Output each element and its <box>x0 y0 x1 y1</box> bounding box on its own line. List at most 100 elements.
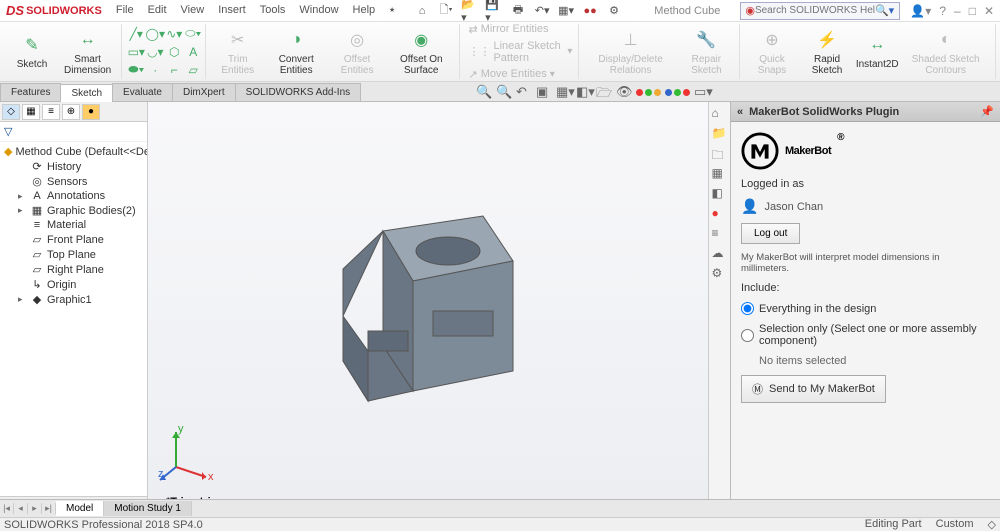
appearance-icon[interactable] <box>636 89 661 96</box>
menu-help[interactable]: Help <box>347 2 382 19</box>
menu-window[interactable]: Window <box>293 2 344 19</box>
mirror-button[interactable]: ⇄Mirror Entities <box>466 22 574 37</box>
instant2d-button[interactable]: ↔Instant2D <box>856 31 898 72</box>
circle-icon[interactable]: ◯▾ <box>147 26 163 42</box>
polygon-icon[interactable]: ⬡ <box>166 44 182 60</box>
render-icon[interactable]: ▭▾ <box>694 84 710 100</box>
tree-item[interactable]: ▸AAnnotations <box>0 189 147 203</box>
relations-button[interactable]: ⊥Display/Delete Relations <box>585 26 675 78</box>
tab-nav-first-icon[interactable]: |◂ <box>0 503 14 514</box>
menu-edit[interactable]: Edit <box>142 2 173 19</box>
expand-icon[interactable]: ▸ <box>18 294 27 305</box>
save-icon[interactable]: 💾▾ <box>485 2 503 20</box>
display-style-icon[interactable]: ◧▾ <box>576 84 592 100</box>
bottom-tab-motion[interactable]: Motion Study 1 <box>104 501 192 516</box>
prev-view-icon[interactable]: ↶ <box>516 84 532 100</box>
home-icon[interactable]: ⌂ <box>413 2 431 20</box>
hide-show-icon[interactable]: 🗁▾ <box>596 84 612 100</box>
settings-icon[interactable]: ⚙ <box>605 2 623 20</box>
appearances-tab-icon[interactable]: ● <box>712 206 728 222</box>
tree-item[interactable]: ↳Origin <box>0 277 147 292</box>
scene-icon[interactable]: 👁▾ <box>616 84 632 100</box>
config-manager-tab-icon[interactable]: ≡ <box>42 104 60 120</box>
bottom-tab-model[interactable]: Model <box>56 501 104 516</box>
help-icon[interactable]: ? <box>939 4 946 18</box>
explorer-tab-icon[interactable]: ▦ <box>712 166 728 182</box>
graphics-viewport[interactable]: x y z *Trimetric <box>148 102 708 510</box>
shaded-button[interactable]: ◐Shaded Sketch Contours <box>900 26 991 78</box>
include-selection-radio[interactable]: Selection only (Select one or more assem… <box>741 323 990 347</box>
ellipse-icon[interactable]: ⬭▾ <box>185 26 201 42</box>
tab-addins[interactable]: SOLIDWORKS Add-Ins <box>235 83 361 101</box>
status-expand-icon[interactable]: ◇ <box>988 518 996 531</box>
tab-evaluate[interactable]: Evaluate <box>112 83 173 101</box>
tab-features[interactable]: Features <box>0 83 61 101</box>
tree-item[interactable]: ▱Top Plane <box>0 247 147 262</box>
display-manager-tab-icon[interactable]: ● <box>82 104 100 120</box>
radio-all-input[interactable] <box>741 302 754 315</box>
section-icon[interactable]: ▣ <box>536 84 552 100</box>
logout-button[interactable]: Log out <box>741 223 800 244</box>
new-icon[interactable]: 🗋▾ <box>437 2 455 20</box>
traffic-light-icon[interactable]: ●● <box>581 2 599 20</box>
home-tab-icon[interactable]: ⌂ <box>712 106 728 122</box>
menu-view[interactable]: View <box>175 2 211 19</box>
property-manager-tab-icon[interactable]: ▦ <box>22 104 40 120</box>
properties-tab-icon[interactable]: ≡ <box>712 226 728 242</box>
include-all-radio[interactable]: Everything in the design <box>741 302 990 315</box>
expand-icon[interactable]: ▸ <box>18 205 27 216</box>
tab-dimxpert[interactable]: DimXpert <box>172 83 236 101</box>
send-button[interactable]: Ⓜ Send to My MakerBot <box>741 375 886 403</box>
zoom-area-icon[interactable]: 🔍 <box>496 84 512 100</box>
spline-icon[interactable]: ∿▾ <box>166 26 182 42</box>
filter-icon[interactable]: ▽ <box>0 122 147 142</box>
status-units[interactable]: Custom <box>936 518 974 531</box>
search-icon[interactable]: 🔍▾ <box>875 4 894 17</box>
linear-pattern-button[interactable]: ⋮⋮Linear Sketch Pattern▾ <box>466 39 574 65</box>
point-icon[interactable]: · <box>147 62 163 78</box>
text-icon[interactable]: A <box>185 44 201 60</box>
trim-button[interactable]: ✂Trim Entities <box>212 26 263 78</box>
quick-snaps-button[interactable]: ⊕Quick Snaps <box>746 26 798 78</box>
offset-ent-button[interactable]: ◎Offset Entities <box>329 26 385 78</box>
minimize-icon[interactable]: – <box>954 4 961 18</box>
expand-left-icon[interactable]: « <box>737 106 743 118</box>
maximize-icon[interactable]: □ <box>969 4 976 18</box>
appearance-2-icon[interactable] <box>665 89 690 96</box>
zoom-fit-icon[interactable]: 🔍 <box>476 84 492 100</box>
forum-tab-icon[interactable]: ☁ <box>712 246 728 262</box>
tree-item[interactable]: ▱Front Plane <box>0 232 147 247</box>
tab-nav-next-icon[interactable]: ▸ <box>28 503 42 514</box>
library-tab-icon[interactable]: 🗀 <box>712 146 728 162</box>
radio-sel-input[interactable] <box>741 329 754 342</box>
print-icon[interactable]: 🖶 <box>509 2 527 20</box>
slot-icon[interactable]: ⬬▾ <box>128 62 144 78</box>
menu-tools[interactable]: Tools <box>254 2 292 19</box>
rect-icon[interactable]: ▭▾ <box>128 44 144 60</box>
tab-sketch[interactable]: Sketch <box>60 84 113 102</box>
repair-button[interactable]: 🔧Repair Sketch <box>678 26 735 78</box>
settings-tab-icon[interactable]: ⚙ <box>712 266 728 282</box>
view-palette-tab-icon[interactable]: ◧ <box>712 186 728 202</box>
arc-icon[interactable]: ◡▾ <box>147 44 163 60</box>
menu-insert[interactable]: Insert <box>212 2 252 19</box>
rapid-sketch-button[interactable]: ⚡Rapid Sketch <box>800 26 854 78</box>
close-icon[interactable]: ✕ <box>984 4 994 18</box>
tree-item[interactable]: ▱Right Plane <box>0 262 147 277</box>
undo-icon[interactable]: ↶▾ <box>533 2 551 20</box>
convert-button[interactable]: ◑Convert Entities <box>265 26 327 78</box>
sketch-button[interactable]: ✎ Sketch <box>8 31 56 72</box>
resources-tab-icon[interactable]: 📁 <box>712 126 728 142</box>
tab-nav-prev-icon[interactable]: ◂ <box>14 503 28 514</box>
dimxpert-tab-icon[interactable]: ⊕ <box>62 104 80 120</box>
tree-item[interactable]: ▸▦Graphic Bodies(2) <box>0 203 147 218</box>
user-icon[interactable]: 👤▾ <box>910 4 931 18</box>
tree-item[interactable]: ≡Material <box>0 218 147 232</box>
open-icon[interactable]: 📂▾ <box>461 2 479 20</box>
smart-dimension-button[interactable]: ↔ Smart Dimension <box>58 26 117 78</box>
move-button[interactable]: ↗Move Entities▾ <box>466 67 574 82</box>
offset-surf-button[interactable]: ◉Offset On Surface <box>387 26 455 78</box>
menu-expand-icon[interactable]: ⭑ <box>383 2 401 19</box>
pin-icon[interactable]: 📌 <box>980 105 994 118</box>
tree-root[interactable]: ◆ Method Cube (Default<<De <box>0 144 147 159</box>
